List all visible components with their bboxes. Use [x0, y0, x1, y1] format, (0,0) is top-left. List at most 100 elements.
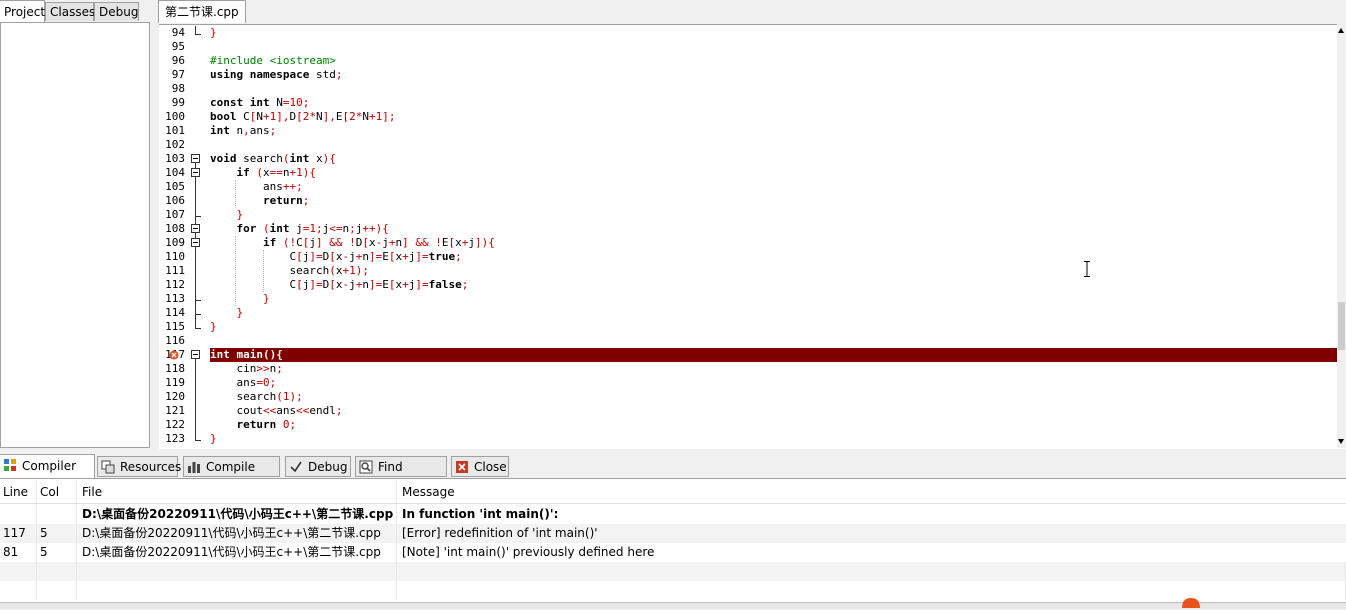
empty-message-row: [0, 581, 1346, 600]
code-line[interactable]: 113 }: [159, 292, 1337, 306]
code-line[interactable]: 115}: [159, 320, 1337, 334]
message-text: [Note] 'int main()' previously defined h…: [402, 545, 655, 559]
code-text: C[j]=D[x-j+n]=E[x+j]=false;: [210, 278, 469, 291]
code-line[interactable]: 96 #include <iostream>: [159, 54, 1337, 68]
code-line[interactable]: 98: [159, 82, 1337, 96]
code-text: bool C[N+1],D[2*N],E[2*N+1];: [210, 110, 396, 123]
code-line[interactable]: 101 int n,ans;: [159, 124, 1337, 138]
line-number: 98: [171, 82, 185, 95]
code-line[interactable]: 121 cout<<ans<<endl;: [159, 404, 1337, 418]
fold-toggle-icon[interactable]: [191, 224, 200, 233]
tab-debug-bottom[interactable]: Debug: [285, 456, 351, 477]
fold-toggle-icon[interactable]: [191, 154, 200, 163]
code-line[interactable]: 119 ans=0;: [159, 376, 1337, 390]
message-row[interactable]: 117 5 D:\桌面备份20220911\代码\小码王c++\第二节课.cpp [E…: [0, 524, 1346, 543]
col-header-message[interactable]: Message: [397, 481, 1346, 503]
code-line[interactable]: 116: [159, 334, 1337, 348]
code-line[interactable]: 95: [159, 40, 1337, 54]
code-line[interactable]: 104 if (x==n+1){: [159, 166, 1337, 180]
compiler-grid-icon: [4, 459, 16, 471]
line-number: 121: [165, 404, 185, 417]
tab-close[interactable]: Close: [451, 456, 509, 477]
tab-compiler[interactable]: Compiler (3): [0, 454, 95, 496]
code-line[interactable]: 103 void search(int x){: [159, 152, 1337, 166]
line-number: 108: [165, 222, 185, 235]
code-line[interactable]: 100 bool C[N+1],D[2*N],E[2*N+1];: [159, 110, 1337, 124]
fold-end-mark: [195, 328, 201, 329]
code-line[interactable]: 106 return;: [159, 194, 1337, 208]
message-line: 81: [0, 543, 37, 562]
message-row[interactable]: 81 5 D:\桌面备份20220911\代码\小码王c++\第二节课.cpp [No…: [0, 543, 1346, 562]
fold-toggle-icon[interactable]: [191, 238, 200, 247]
code-line[interactable]: 114 }: [159, 306, 1337, 320]
code-line[interactable]: 111 search(x+1);: [159, 264, 1337, 278]
code-text: void search(int x){: [210, 152, 336, 165]
scroll-up-icon[interactable]: [1338, 28, 1344, 33]
indent-guide: [235, 236, 236, 306]
line-number: 94: [171, 26, 185, 39]
fold-toggle-icon[interactable]: [191, 168, 200, 177]
code-line[interactable]: 94}: [159, 26, 1337, 40]
check-icon: [290, 461, 302, 473]
tab-classes[interactable]: Classes: [45, 2, 95, 21]
line-number: 115: [165, 320, 185, 333]
code-line[interactable]: 105 ans++;: [159, 180, 1337, 194]
code-text: return 0;: [236, 418, 297, 431]
empty-cell: [37, 562, 77, 581]
messages-header: Line Col File Message: [0, 481, 1346, 504]
tab-debug[interactable]: Debug: [94, 2, 139, 21]
message-text: In function 'int main()':: [402, 507, 559, 521]
text-cursor-icon: [1084, 261, 1090, 277]
message-line: 117: [0, 524, 37, 543]
code-line[interactable]: 102: [159, 138, 1337, 152]
code-line[interactable]: 110 C[j]=D[x-j+n]=E[x+j]=true;: [159, 250, 1337, 264]
code-line[interactable]: 123}: [159, 432, 1337, 446]
empty-cell: [397, 562, 1346, 581]
code-text: if (!C[j] && !D[x-j+n] && !E[x+j]){: [262, 236, 495, 249]
message-file: D:\桌面备份20220911\代码\小码王c++\第二节课.cpp: [77, 524, 397, 543]
code-text: #include <iostream>: [210, 54, 336, 67]
fold-end-mark: [195, 300, 201, 301]
indent-guide: [235, 180, 236, 208]
editor-vertical-scrollbar[interactable]: [1337, 24, 1346, 448]
tab-compile-log[interactable]: Compile Log: [183, 456, 280, 495]
message-col: 5: [37, 543, 77, 562]
error-marker-icon: [169, 350, 179, 360]
code-text: cout<<ans<<endl;: [210, 404, 343, 417]
scroll-thumb[interactable]: [1338, 302, 1345, 350]
project-tree[interactable]: [0, 22, 150, 448]
fold-guide: [195, 208, 196, 216]
code-line[interactable]: 118 cin>>n;: [159, 362, 1337, 376]
code-text: ans=0;: [210, 376, 277, 389]
empty-cell: [397, 581, 1346, 600]
code-line[interactable]: 108 for (int j=1;j<=n;j++){: [159, 222, 1337, 236]
empty-cell: [0, 562, 37, 581]
tab-project[interactable]: Project: [0, 0, 45, 22]
code-editor[interactable]: 94} 95 96 #include <iostream> 97 using namesp…: [159, 24, 1346, 449]
line-number: 112: [165, 278, 185, 291]
tab-find-results[interactable]: Find Results: [355, 456, 447, 495]
code-line[interactable]: 109 if (!C[j] && !D[x-j+n] && !E[x+j]){: [159, 236, 1337, 250]
tab-file-cpp[interactable]: 第二节课.cpp: [158, 0, 246, 23]
code-line[interactable]: 99 const int N=10;: [159, 96, 1337, 110]
code-line[interactable]: 117int main(){: [159, 348, 1337, 362]
message-row[interactable]: D:\桌面备份20220911\代码\小码王c++\第二节课.cpp In fun…: [0, 505, 1346, 524]
line-number: 114: [165, 306, 185, 319]
code-line[interactable]: 97 using namespace std;: [159, 68, 1337, 82]
code-line[interactable]: 122 return 0;: [159, 418, 1337, 432]
tab-close-label: Close: [474, 460, 507, 474]
fold-toggle-icon[interactable]: [191, 350, 200, 359]
scroll-down-icon[interactable]: [1338, 439, 1344, 444]
col-header-file[interactable]: File: [77, 481, 397, 503]
code-line[interactable]: 112 C[j]=D[x-j+n]=E[x+j]=false;: [159, 278, 1337, 292]
close-icon: [456, 461, 468, 473]
fold-guide: [195, 306, 196, 314]
col-header-col[interactable]: Col: [37, 481, 77, 503]
code-line[interactable]: 120 search(1);: [159, 390, 1337, 404]
col-header-line[interactable]: Line: [0, 481, 37, 503]
code-line[interactable]: 107 }: [159, 208, 1337, 222]
compiler-messages[interactable]: Line Col File Message D:\桌面备份20220911\代码…: [0, 478, 1346, 603]
tab-resources[interactable]: Resources: [97, 456, 181, 477]
code-text: search(x+1);: [210, 264, 369, 277]
editor-tabs: 第二节课.cpp: [156, 0, 1346, 23]
